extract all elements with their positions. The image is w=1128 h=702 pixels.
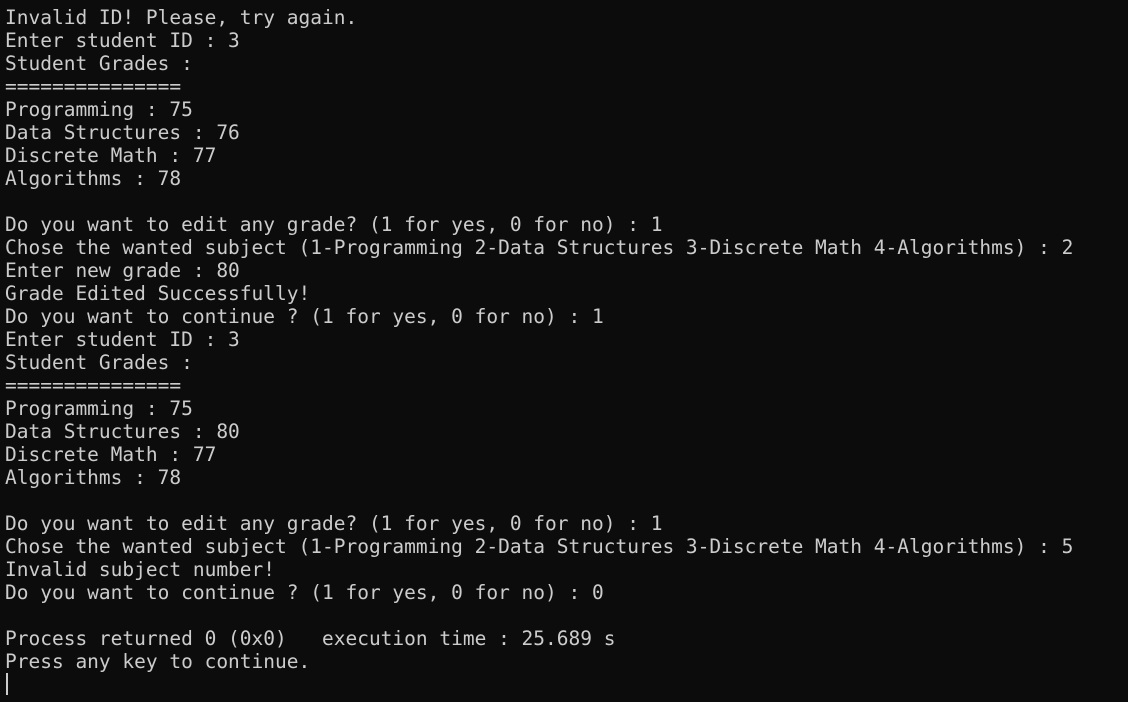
console-line: Discrete Math : 77 [5, 144, 217, 167]
console-line: =============== [5, 75, 182, 98]
console-line: Enter student ID : 3 [5, 29, 240, 52]
console-line: Algorithms : 78 [5, 167, 182, 190]
console-line: Chose the wanted subject (1-Programming … [5, 236, 1074, 259]
console-line: Enter new grade : 80 [5, 259, 240, 282]
text-cursor [6, 673, 8, 695]
console-line: Invalid ID! Please, try again. [5, 6, 358, 29]
console-line: Press any key to continue. [5, 650, 311, 673]
console-line: =============== [5, 374, 182, 397]
console-line: Data Structures : 76 [5, 121, 240, 144]
console-input-line[interactable] [5, 673, 1128, 696]
console-line: Chose the wanted subject (1-Programming … [5, 535, 1074, 558]
console-line: Programming : 75 [5, 397, 193, 420]
console-line: Do you want to continue ? (1 for yes, 0 … [5, 305, 604, 328]
console-line: Process returned 0 (0x0) execution time … [5, 627, 616, 650]
console-line: Student Grades : [5, 351, 193, 374]
console-line: Programming : 75 [5, 98, 193, 121]
console-line: Discrete Math : 77 [5, 443, 217, 466]
console-line: Invalid subject number! [5, 558, 276, 581]
console-line: Grade Edited Successfully! [5, 282, 311, 305]
console-line: Algorithms : 78 [5, 466, 182, 489]
console-line: Enter student ID : 3 [5, 328, 240, 351]
console-window[interactable]: Invalid ID! Please, try again. Enter stu… [0, 0, 1128, 702]
console-line: Do you want to edit any grade? (1 for ye… [5, 512, 663, 535]
console-line: Do you want to edit any grade? (1 for ye… [5, 213, 663, 236]
console-line: Student Grades : [5, 52, 193, 75]
console-line: Do you want to continue ? (1 for yes, 0 … [5, 581, 604, 604]
console-line: Data Structures : 80 [5, 420, 240, 443]
